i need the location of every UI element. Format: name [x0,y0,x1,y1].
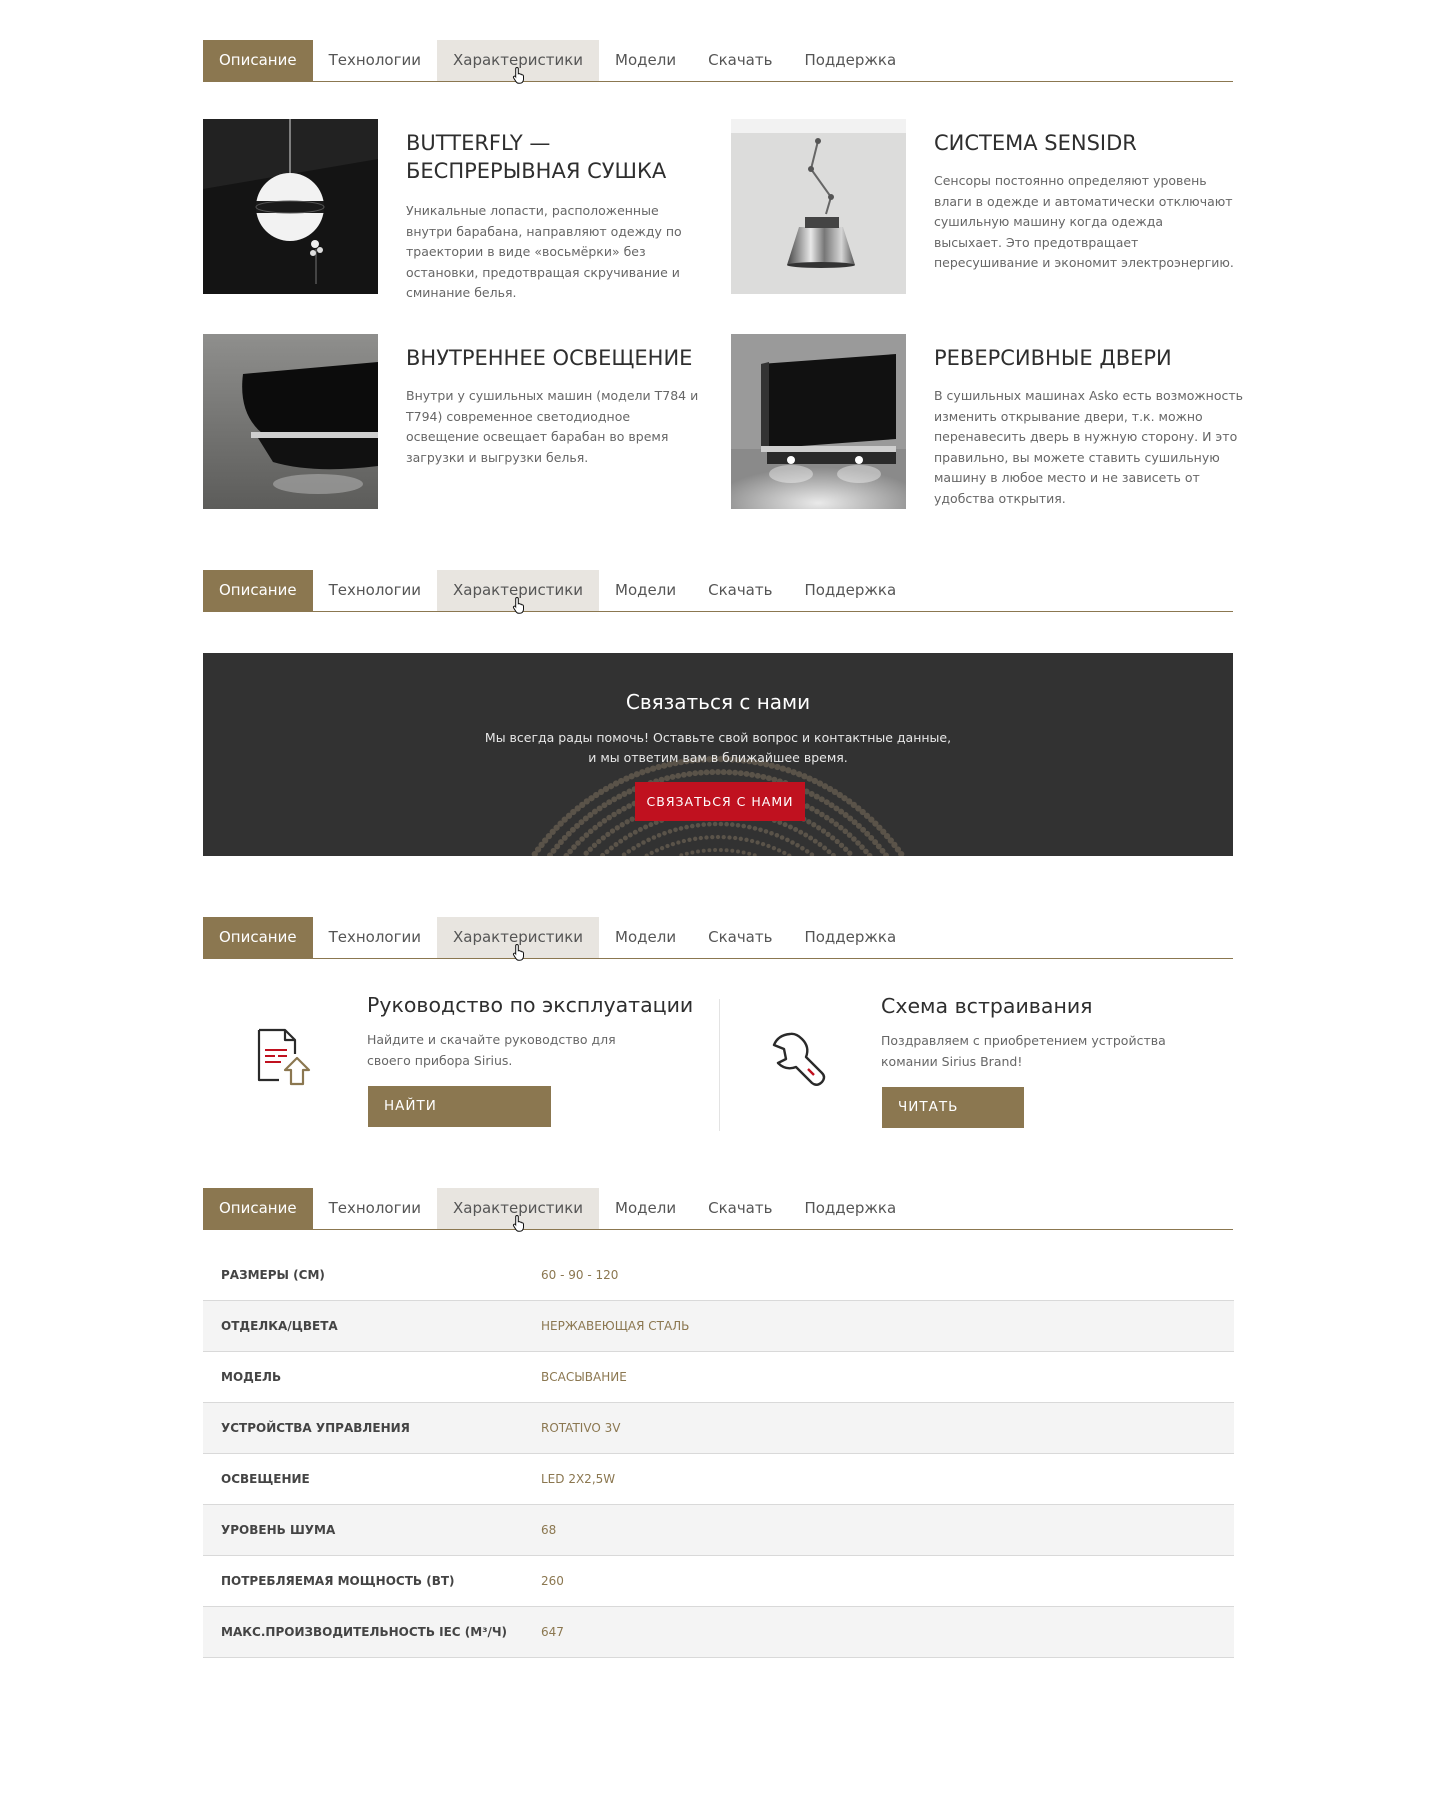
tab-description[interactable]: Описание [203,570,313,611]
contact-text-line: Мы всегда рады помочь! Оставьте свой воп… [484,730,952,745]
table-row: ОСВЕЩЕНИЕ LED 2X2,5W [203,1454,1234,1505]
spec-value: НЕРЖАВЕЮЩАЯ СТАЛЬ [541,1319,690,1333]
manual-text-line: Найдите и скачайте руководство для [367,1032,616,1047]
feature-title: РЕВЕРСИВНЫЕ ДВЕРИ [934,346,1172,370]
spec-value: ВСАСЫВАНИЕ [541,1370,627,1384]
contact-title: Связаться с нами [625,690,811,714]
read-more-button[interactable]: ЧИТАТЬ ДАЛЬШЕ [882,1087,1024,1156]
tab-support[interactable]: Поддержка [788,1188,912,1229]
tab-download[interactable]: Скачать [692,40,788,81]
find-manual-button[interactable]: НАЙТИ РУКОВОДСТВО [368,1086,551,1155]
feature-image-lighting [203,334,378,509]
tab-bar: Описание Технологии Характеристики Модел… [203,40,1233,84]
feature-title: BUTTERFLY — БЕСПРЕРЫВНАЯ СУШКА [406,131,667,183]
spec-value: 68 [541,1523,557,1537]
spec-key: ПОТРЕБЛЯЕМАЯ МОЩНОСТЬ (ВТ) [221,1574,455,1588]
contact-banner: Связаться с нами Мы всегда рады помочь! … [203,653,1233,856]
contact-text-line: и мы ответим вам в ближайшее время. [588,750,848,765]
tab-characteristics[interactable]: Характеристики [437,1188,600,1232]
hand-cursor-icon [512,66,525,84]
install-scheme-text-line: комании Sirius Brand! [881,1053,1023,1069]
tab-technologies[interactable]: Технологии [313,570,437,611]
spec-value: 647 [541,1625,564,1639]
tab-technologies[interactable]: Технологии [313,40,437,81]
table-row: МАКС.ПРОИЗВОДИТЕЛЬНОСТЬ IEC (М³/Ч) 647 [203,1607,1234,1658]
table-row: ОТДЕЛКА/ЦВЕТА НЕРЖАВЕЮЩАЯ СТАЛЬ [203,1301,1234,1352]
contact-us-button[interactable]: СВЯЗАТЬСЯ С НАМИ [635,782,805,821]
spec-key: РАЗМЕРЫ (СМ) [221,1268,325,1282]
spec-key: УРОВЕНЬ ШУМА [221,1523,336,1537]
tab-download[interactable]: Скачать [692,570,788,611]
tab-description[interactable]: Описание [203,917,313,958]
tab-download[interactable]: Скачать [692,1188,788,1229]
manual-title: Руководство по эксплуатации [367,993,694,1017]
tab-description[interactable]: Описание [203,1188,313,1229]
tab-download[interactable]: Скачать [692,917,788,958]
table-row: УСТРОЙСТВА УПРАВЛЕНИЯ ROTATIVO 3V [203,1403,1234,1454]
spec-key: ОТДЕЛКА/ЦВЕТА [221,1319,338,1333]
spec-value: 60 - 90 - 120 [541,1268,619,1282]
tab-bar: Описание Технологии Характеристики Модел… [203,917,1233,961]
table-row: МОДЕЛЬ ВСАСЫВАНИЕ [203,1352,1234,1403]
tab-models[interactable]: Модели [599,917,692,958]
tab-models[interactable]: Модели [599,40,692,81]
feature-text: Внутри у сушильных машин (модели T784 и … [406,388,699,465]
spec-value: LED 2X2,5W [541,1472,616,1486]
table-row: УРОВЕНЬ ШУМА 68 [203,1505,1234,1556]
hand-cursor-icon [512,943,525,961]
feature-text: В сушильных машинах Asko есть возможност… [934,388,1244,506]
tab-technologies[interactable]: Технологии [313,917,437,958]
tab-support[interactable]: Поддержка [788,40,912,81]
tab-description[interactable]: Описание [203,40,313,81]
manual-text: Найдите и скачайте руководство для своег… [367,1030,616,1071]
spec-key: ОСВЕЩЕНИЕ [221,1472,310,1486]
document-upload-icon [257,1028,311,1086]
feature-title: ВНУТРЕННЕЕ ОСВЕЩЕНИЕ [406,346,693,370]
tab-support[interactable]: Поддержка [788,570,912,611]
feature-title: СИСТЕМА SENSIDR [934,131,1137,155]
feature-image-sensidr [731,119,906,294]
spec-value: ROTATIVO 3V [541,1421,621,1435]
hand-cursor-icon [512,596,525,614]
tab-models[interactable]: Модели [599,570,692,611]
install-scheme-text: Поздравляем с приобретением устройства к… [881,1031,1166,1072]
spec-key: МАКС.ПРОИЗВОДИТЕЛЬНОСТЬ IEC (М³/Ч) [221,1625,508,1639]
tab-bar: Описание Технологии Характеристики Модел… [203,1188,1233,1232]
contact-text: Мы всегда рады помочь! Оставьте свой воп… [203,728,1233,768]
wrench-icon [772,1032,826,1086]
feature-image-doors [731,334,906,509]
spec-value: 260 [541,1574,564,1588]
divider [719,999,720,1131]
install-scheme-text-line: Поздравляем с приобретением устройства [881,1033,1166,1048]
tab-support[interactable]: Поддержка [788,917,912,958]
tab-characteristics[interactable]: Характеристики [437,917,600,961]
table-row: ПОТРЕБЛЯЕМАЯ МОЩНОСТЬ (ВТ) 260 [203,1556,1234,1607]
manual-text-line: своего прибора Sirius. [367,1052,513,1068]
feature-image-butterfly [203,119,378,294]
specs-table: РАЗМЕРЫ (СМ) 60 - 90 - 120 ОТДЕЛКА/ЦВЕТА Н… [203,1250,1234,1658]
spec-key: МОДЕЛЬ [221,1370,282,1384]
tab-models[interactable]: Модели [599,1188,692,1229]
tab-technologies[interactable]: Технологии [313,1188,437,1229]
feature-text: Уникальные лопасти, расположенные внутри… [406,203,682,300]
spec-key: УСТРОЙСТВА УПРАВЛЕНИЯ [221,1421,410,1435]
install-scheme-title: Схема встраивания [881,994,1093,1018]
tab-characteristics[interactable]: Характеристики [437,570,600,614]
tab-characteristics[interactable]: Характеристики [437,40,600,84]
table-row: РАЗМЕРЫ (СМ) 60 - 90 - 120 [203,1250,1234,1301]
hand-cursor-icon [512,1214,525,1232]
tab-bar: Описание Технологии Характеристики Модел… [203,570,1233,614]
feature-text: Сенсоры постоянно определяют уровень вла… [934,173,1234,270]
